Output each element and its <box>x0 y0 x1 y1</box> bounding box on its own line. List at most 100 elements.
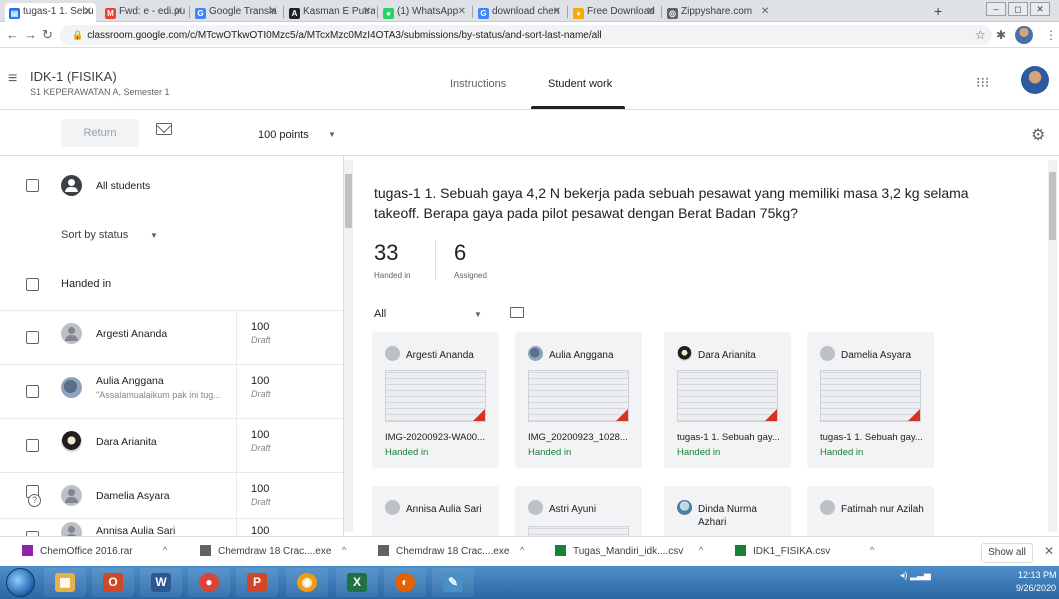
taskbar-chemdraw[interactable]: ◉ <box>286 568 328 597</box>
close-icon[interactable]: ✕ <box>1044 544 1054 558</box>
speaker-icon[interactable]: ◂) <box>900 570 908 580</box>
class-name[interactable]: IDK-1 (FISIKA) <box>30 69 117 84</box>
minimize-button[interactable]: – <box>986 2 1006 16</box>
chevron-down-icon[interactable]: ▼ <box>150 231 158 240</box>
back-icon[interactable]: ← <box>6 27 19 42</box>
student-checkbox[interactable] <box>26 439 39 452</box>
handed-in-count[interactable]: 33 <box>374 240 398 266</box>
taskbar-explorer[interactable]: ▦ <box>44 568 86 597</box>
maximize-button[interactable]: ◻ <box>1008 2 1028 16</box>
browser-tab-6[interactable]: Gdownload chen ✕ <box>474 3 565 22</box>
grade-cell[interactable]: 100 Draft <box>236 365 343 419</box>
download-item[interactable]: Tugas_Mandiri_idk....csv <box>555 545 683 557</box>
attachment-thumbnail[interactable] <box>528 370 629 422</box>
close-window-button[interactable]: ✕ <box>1030 2 1050 16</box>
download-item[interactable]: Chemdraw 18 Crac....exe <box>200 545 331 557</box>
student-list-scrollbar[interactable] <box>344 160 353 532</box>
submission-card[interactable]: Astri Ayuni <box>515 486 642 536</box>
student-row[interactable]: Aulia Anggana "Assalamualaikum pak ini t… <box>0 364 343 419</box>
forward-icon[interactable]: → <box>24 27 37 42</box>
chevron-up-icon[interactable]: ^ <box>699 545 703 555</box>
close-icon[interactable]: ✕ <box>363 6 371 17</box>
chevron-down-icon[interactable]: ▼ <box>328 130 336 139</box>
attachment-thumbnail[interactable] <box>385 370 486 422</box>
submission-card[interactable]: Argesti Ananda IMG-20200923-WA00... Hand… <box>372 332 499 468</box>
grade-cell[interactable]: 100 Draft <box>236 311 343 365</box>
scrollbar-thumb[interactable] <box>345 174 352 228</box>
browser-tab-5[interactable]: ● (1) WhatsApp ✕ <box>379 3 470 22</box>
email-icon[interactable] <box>156 123 172 135</box>
taskbar-office[interactable]: O <box>92 568 134 597</box>
reload-icon[interactable]: ↻ <box>42 27 53 43</box>
student-checkbox[interactable] <box>26 331 39 344</box>
show-all-button[interactable]: Show all <box>981 543 1033 563</box>
browser-tab-1[interactable]: ▤ tugas-1 1. Sebu ✕ <box>5 3 96 22</box>
return-button[interactable]: Return <box>61 119 139 147</box>
all-students-checkbox[interactable] <box>26 179 39 192</box>
windows-start-icon[interactable] <box>6 568 35 597</box>
clock-date[interactable]: 9/26/2020 <box>1016 583 1056 593</box>
taskbar-chrome[interactable]: ● <box>188 568 230 597</box>
submission-card[interactable]: Annisa Aulia Sari <box>372 486 499 536</box>
taskbar-excel[interactable]: X <box>336 568 378 597</box>
close-icon[interactable]: ✕ <box>84 6 92 17</box>
browser-tab-3[interactable]: G Google Transla ✕ <box>191 3 281 22</box>
close-icon[interactable]: ✕ <box>458 6 466 17</box>
taskbar-word[interactable]: W <box>140 568 182 597</box>
browser-menu-icon[interactable]: ⋮ <box>1045 28 1057 42</box>
attachment-thumbnail[interactable] <box>528 526 629 536</box>
url-field[interactable]: 🔒 classroom.google.com/c/MTcwOTkwOTI0Mzc5… <box>60 25 992 45</box>
tab-instructions[interactable]: Instructions <box>450 78 506 90</box>
google-apps-icon[interactable]: ⁝⁝⁝ <box>976 74 989 91</box>
taskbar-firefox[interactable]: ◐ <box>384 568 426 597</box>
student-row[interactable]: Annisa Aulia Sari 100 <box>0 518 343 536</box>
student-checkbox[interactable] <box>26 385 39 398</box>
account-avatar[interactable] <box>1021 66 1049 94</box>
attachment-thumbnail[interactable] <box>820 370 921 422</box>
download-item[interactable]: IDK1_FISIKA.csv <box>735 545 830 557</box>
help-icon[interactable]: ? <box>28 494 41 507</box>
chevron-up-icon[interactable]: ^ <box>163 545 167 555</box>
handed-in-group-checkbox[interactable] <box>26 278 39 291</box>
grade-cell[interactable]: 100 Draft <box>236 419 343 473</box>
chevron-down-icon[interactable]: ▼ <box>474 310 482 319</box>
gear-icon[interactable]: ⚙ <box>1031 125 1045 145</box>
submission-card[interactable]: Dinda Nurma Azhari <box>664 486 791 536</box>
system-tray[interactable]: ◂) ▂▃▅ <box>900 570 931 581</box>
filter-select[interactable]: All <box>374 308 386 320</box>
submission-card[interactable]: Dara Arianita tugas-1 1. Sebuah gay... H… <box>664 332 791 468</box>
browser-profile-avatar[interactable] <box>1015 26 1033 44</box>
submissions-scrollbar[interactable] <box>1048 160 1057 532</box>
assigned-count[interactable]: 6 <box>454 240 466 266</box>
taskbar-powerpoint[interactable]: P <box>236 568 278 597</box>
close-icon[interactable]: ✕ <box>175 6 183 17</box>
tab-student-work[interactable]: Student work <box>548 78 612 90</box>
chevron-up-icon[interactable]: ^ <box>520 545 524 555</box>
hamburger-menu-icon[interactable]: ≡ <box>8 70 17 88</box>
extensions-icon[interactable]: ✱ <box>996 28 1006 42</box>
scrollbar-thumb[interactable] <box>1049 172 1056 240</box>
browser-tab-8[interactable]: ◎ Zippyshare.com ✕ <box>663 3 925 22</box>
attachment-thumbnail[interactable] <box>677 370 778 422</box>
student-row[interactable]: Argesti Ananda 100 Draft <box>0 310 343 365</box>
points-select[interactable]: 100 points <box>258 129 309 141</box>
bookmark-star-icon[interactable]: ☆ <box>975 28 986 42</box>
all-students-row[interactable]: All students <box>0 156 343 218</box>
close-icon[interactable]: ✕ <box>269 6 277 17</box>
submission-card[interactable]: Damelia Asyara tugas-1 1. Sebuah gay... … <box>807 332 934 468</box>
clock-time[interactable]: 12:13 PM <box>1018 570 1057 580</box>
download-item[interactable]: ChemOffice 2016.rar <box>22 545 133 557</box>
browser-tab-4[interactable]: A Kasman E Putra ✕ <box>285 3 375 22</box>
folder-icon[interactable] <box>510 307 524 318</box>
browser-tab-2[interactable]: M Fwd: e - edi.pu ✕ <box>101 3 187 22</box>
chevron-up-icon[interactable]: ^ <box>870 545 874 555</box>
submission-card[interactable]: Aulia Anggana IMG_20200923_1028... Hande… <box>515 332 642 468</box>
close-icon[interactable]: ✕ <box>761 6 769 17</box>
close-icon[interactable]: ✕ <box>647 6 655 17</box>
network-icon[interactable]: ▂▃▅ <box>910 570 931 580</box>
chevron-up-icon[interactable]: ^ <box>342 545 346 555</box>
new-tab-button[interactable]: + <box>934 3 942 19</box>
close-icon[interactable]: ✕ <box>553 6 561 17</box>
download-item[interactable]: Chemdraw 18 Crac....exe <box>378 545 509 557</box>
sort-select[interactable]: Sort by status <box>61 229 128 241</box>
